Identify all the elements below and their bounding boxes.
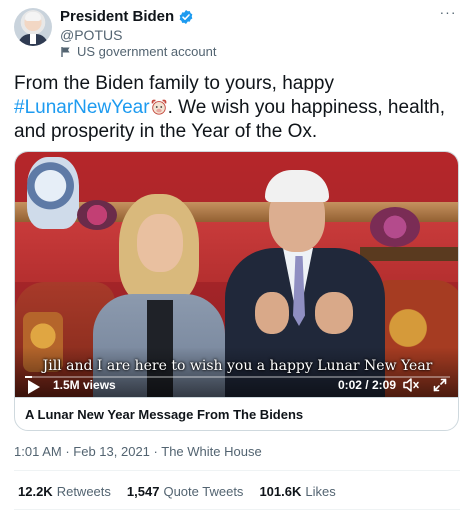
more-options-icon[interactable]: ··· xyxy=(438,5,458,19)
video-player[interactable]: Jill and I are here to wish you a happy … xyxy=(15,152,458,397)
tweet: President Biden @POTUS US government acc… xyxy=(0,0,472,512)
account-label-text: US government account xyxy=(77,44,217,59)
video-title[interactable]: A Lunar New Year Message From The Bidens xyxy=(15,397,458,430)
retweets-stat[interactable]: 12.2K Retweets xyxy=(18,484,111,499)
quotes-count: 1,547 xyxy=(126,484,160,499)
tweet-source[interactable]: The White House xyxy=(161,444,261,459)
video-caption: Jill and I are here to wish you a happy … xyxy=(42,358,433,374)
retweets-label: Retweets xyxy=(56,484,111,499)
likes-stat[interactable]: 101.6K Likes xyxy=(259,484,335,499)
author-name-row: President Biden xyxy=(60,8,194,25)
likes-label: Likes xyxy=(305,484,336,499)
video-time: 0:02 / 2:09 xyxy=(337,378,396,392)
tweet-date[interactable]: Feb 13, 2021 xyxy=(73,444,150,459)
play-icon[interactable] xyxy=(27,379,41,395)
avatar[interactable] xyxy=(14,8,52,46)
likes-count: 101.6K xyxy=(259,484,302,499)
quotes-label: Quote Tweets xyxy=(163,484,244,499)
engagement-stats: 12.2K Retweets 1,547 Quote Tweets 101.6K Li… xyxy=(18,484,336,499)
tweet-text: From the Biden family to yours, happy #L… xyxy=(14,72,460,144)
flag-icon xyxy=(61,46,70,57)
video-card[interactable]: Jill and I are here to wish you a happy … xyxy=(14,151,459,431)
government-account-label[interactable]: US government account xyxy=(60,44,216,59)
handle[interactable]: @POTUS xyxy=(60,27,122,43)
video-progress-fill xyxy=(25,376,32,378)
fullscreen-icon[interactable] xyxy=(432,377,448,393)
divider xyxy=(14,509,460,510)
tweet-metadata: 1:01 AM · Feb 13, 2021 · The White House xyxy=(14,444,262,459)
verified-badge-icon xyxy=(179,9,193,24)
divider xyxy=(14,470,460,471)
volume-muted-icon[interactable] xyxy=(402,377,420,393)
view-count: 1.5M views xyxy=(53,378,116,392)
ox-emoji-icon xyxy=(151,99,166,115)
tweet-time[interactable]: 1:01 AM xyxy=(14,444,62,459)
hashtag-link[interactable]: #LunarNewYear xyxy=(14,97,150,118)
display-name[interactable]: President Biden xyxy=(60,8,174,25)
vase-image xyxy=(27,157,79,229)
retweets-count: 12.2K xyxy=(18,484,53,499)
quotes-stat[interactable]: 1,547 Quote Tweets xyxy=(127,484,244,499)
tweet-text-before: From the Biden family to yours, happy xyxy=(14,73,334,94)
